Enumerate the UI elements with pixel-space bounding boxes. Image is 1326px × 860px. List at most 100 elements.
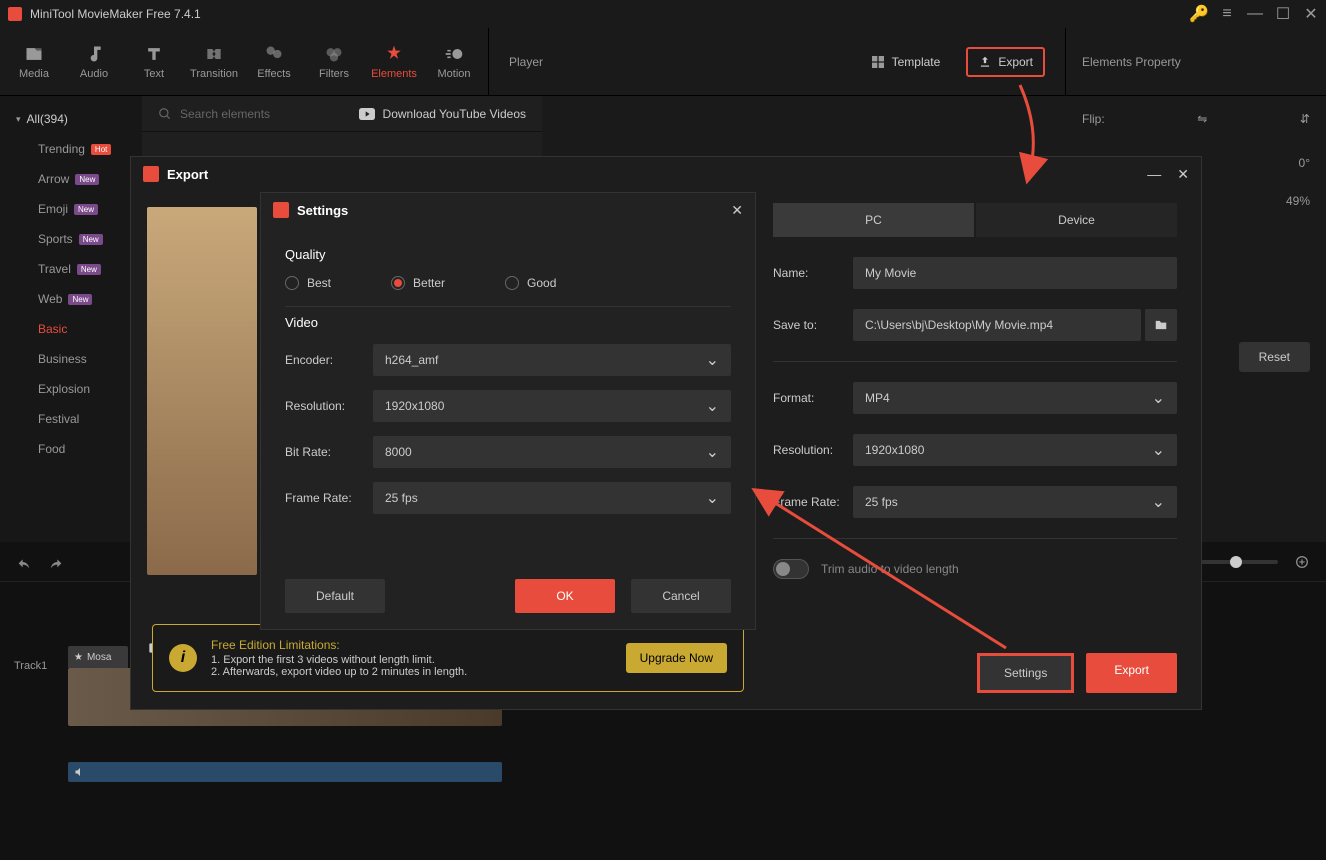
settings-button[interactable]: Settings xyxy=(977,653,1074,693)
sidebar-all-header[interactable]: All(394) xyxy=(0,104,142,134)
new-badge: New xyxy=(75,174,99,185)
toolbar-audio[interactable]: Audio xyxy=(64,28,124,95)
settings-title: Settings xyxy=(297,203,348,218)
sidebar-item-arrow[interactable]: ArrowNew xyxy=(0,164,142,194)
sidebar-item-travel[interactable]: TravelNew xyxy=(0,254,142,284)
toolbar-elements[interactable]: Elements xyxy=(364,28,424,95)
tab-device[interactable]: Device xyxy=(976,203,1177,237)
sidebar-item-web[interactable]: WebNew xyxy=(0,284,142,314)
quality-best-radio[interactable]: Best xyxy=(285,276,331,290)
s-resolution-select[interactable]: 1920x1080 xyxy=(373,390,731,422)
tab-pc[interactable]: PC xyxy=(773,203,974,237)
quality-heading: Quality xyxy=(285,247,731,262)
sidebar-item-explosion[interactable]: Explosion xyxy=(0,374,142,404)
format-select[interactable]: MP4 xyxy=(853,382,1177,414)
sidebar-item-sports[interactable]: SportsNew xyxy=(0,224,142,254)
template-icon xyxy=(870,54,886,70)
menu-icon[interactable]: ≡ xyxy=(1220,7,1234,21)
sidebar-item-trending[interactable]: TrendingHot xyxy=(0,134,142,164)
new-badge: New xyxy=(74,204,98,215)
audio-clip[interactable] xyxy=(68,762,502,782)
name-input[interactable] xyxy=(853,257,1177,289)
trim-audio-label: Trim audio to video length xyxy=(821,562,959,576)
hot-badge: Hot xyxy=(91,144,111,155)
export-icon xyxy=(978,55,992,69)
do-export-button[interactable]: Export xyxy=(1086,653,1177,693)
trim-audio-toggle[interactable] xyxy=(773,559,809,579)
search-input[interactable]: Search elements xyxy=(158,107,270,121)
s-framerate-label: Frame Rate: xyxy=(285,491,373,505)
redo-icon[interactable] xyxy=(48,554,64,570)
speaker-icon xyxy=(74,766,86,778)
clip-tag[interactable]: ★Mosa xyxy=(68,646,128,668)
new-badge: New xyxy=(77,264,101,275)
elements-sidebar: All(394) TrendingHot ArrowNew EmojiNew S… xyxy=(0,96,142,542)
quality-better-radio[interactable]: Better xyxy=(391,276,445,290)
flip-v-icon[interactable]: ⇵ xyxy=(1300,112,1310,126)
template-button[interactable]: Template xyxy=(860,48,951,76)
dialog-logo-icon xyxy=(273,202,289,218)
resolution-select[interactable]: 1920x1080 xyxy=(853,434,1177,466)
download-youtube-button[interactable]: Download YouTube Videos xyxy=(359,107,526,121)
name-label: Name: xyxy=(773,266,853,280)
flip-label: Flip: xyxy=(1082,112,1105,126)
quality-good-radio[interactable]: Good xyxy=(505,276,556,290)
export-button[interactable]: Export xyxy=(966,47,1045,77)
encoder-select[interactable]: h264_amf xyxy=(373,344,731,376)
minimize-icon[interactable]: — xyxy=(1147,166,1161,183)
close-icon[interactable]: ✕ xyxy=(731,202,743,219)
bitrate-label: Bit Rate: xyxy=(285,445,373,459)
framerate-select[interactable]: 25 fps xyxy=(853,486,1177,518)
props-panel-title: Elements Property xyxy=(1066,28,1326,95)
s-resolution-label: Resolution: xyxy=(285,399,373,413)
search-icon xyxy=(158,107,172,121)
toolbar-filters[interactable]: Filters xyxy=(304,28,364,95)
maximize-icon[interactable]: ☐ xyxy=(1276,7,1290,21)
toolbar-effects[interactable]: Effects xyxy=(244,28,304,95)
zoom-in-icon[interactable] xyxy=(1294,554,1310,570)
star-icon: ★ xyxy=(74,652,83,663)
bitrate-select[interactable]: 8000 xyxy=(373,436,731,468)
new-badge: New xyxy=(79,234,103,245)
toolbar-motion[interactable]: Motion xyxy=(424,28,484,95)
browse-button[interactable] xyxy=(1145,309,1177,341)
minimize-icon[interactable]: — xyxy=(1248,7,1262,21)
close-icon[interactable]: ✕ xyxy=(1177,166,1189,183)
default-button[interactable]: Default xyxy=(285,579,385,613)
flip-h-icon[interactable]: ⇋ xyxy=(1197,112,1207,126)
encoder-label: Encoder: xyxy=(285,353,373,367)
main-toolbar: Media Audio Text Transition Effects Filt… xyxy=(0,28,1326,96)
toolbar-media[interactable]: Media xyxy=(4,28,64,95)
saveto-input[interactable] xyxy=(853,309,1141,341)
sidebar-item-food[interactable]: Food xyxy=(0,434,142,464)
close-icon[interactable]: ✕ xyxy=(1304,7,1318,21)
limitation-line2: 2. Afterwards, export video up to 2 minu… xyxy=(211,666,626,678)
track-label: Track1 xyxy=(14,660,47,672)
rotation-value: 0° xyxy=(1299,156,1310,170)
reset-button[interactable]: Reset xyxy=(1239,342,1310,372)
youtube-icon xyxy=(359,108,375,120)
framerate-label: Frame Rate: xyxy=(773,495,853,509)
player-label: Player xyxy=(509,55,543,69)
dialog-logo-icon xyxy=(143,166,159,182)
limitation-banner: i Free Edition Limitations: 1. Export th… xyxy=(152,624,744,692)
window-titlebar: MiniTool MovieMaker Free 7.4.1 🔑 ≡ — ☐ ✕ xyxy=(0,0,1326,28)
key-icon[interactable]: 🔑 xyxy=(1192,7,1206,21)
toolbar-text[interactable]: Text xyxy=(124,28,184,95)
upgrade-button[interactable]: Upgrade Now xyxy=(626,643,727,673)
limitation-title: Free Edition Limitations: xyxy=(211,638,626,652)
toolbar-transition[interactable]: Transition xyxy=(184,28,244,95)
settings-dialog: Settings ✕ Quality Best Better Good Vide… xyxy=(260,192,756,630)
s-framerate-select[interactable]: 25 fps xyxy=(373,482,731,514)
sidebar-item-business[interactable]: Business xyxy=(0,344,142,374)
sidebar-item-festival[interactable]: Festival xyxy=(0,404,142,434)
app-logo-icon xyxy=(8,7,22,21)
sidebar-item-emoji[interactable]: EmojiNew xyxy=(0,194,142,224)
sidebar-item-basic[interactable]: Basic xyxy=(0,314,142,344)
export-dialog-title: Export xyxy=(167,167,208,182)
cancel-button[interactable]: Cancel xyxy=(631,579,731,613)
limitation-line1: 1. Export the first 3 videos without len… xyxy=(211,654,626,666)
ok-button[interactable]: OK xyxy=(515,579,615,613)
undo-icon[interactable] xyxy=(16,554,32,570)
resolution-label: Resolution: xyxy=(773,443,853,457)
